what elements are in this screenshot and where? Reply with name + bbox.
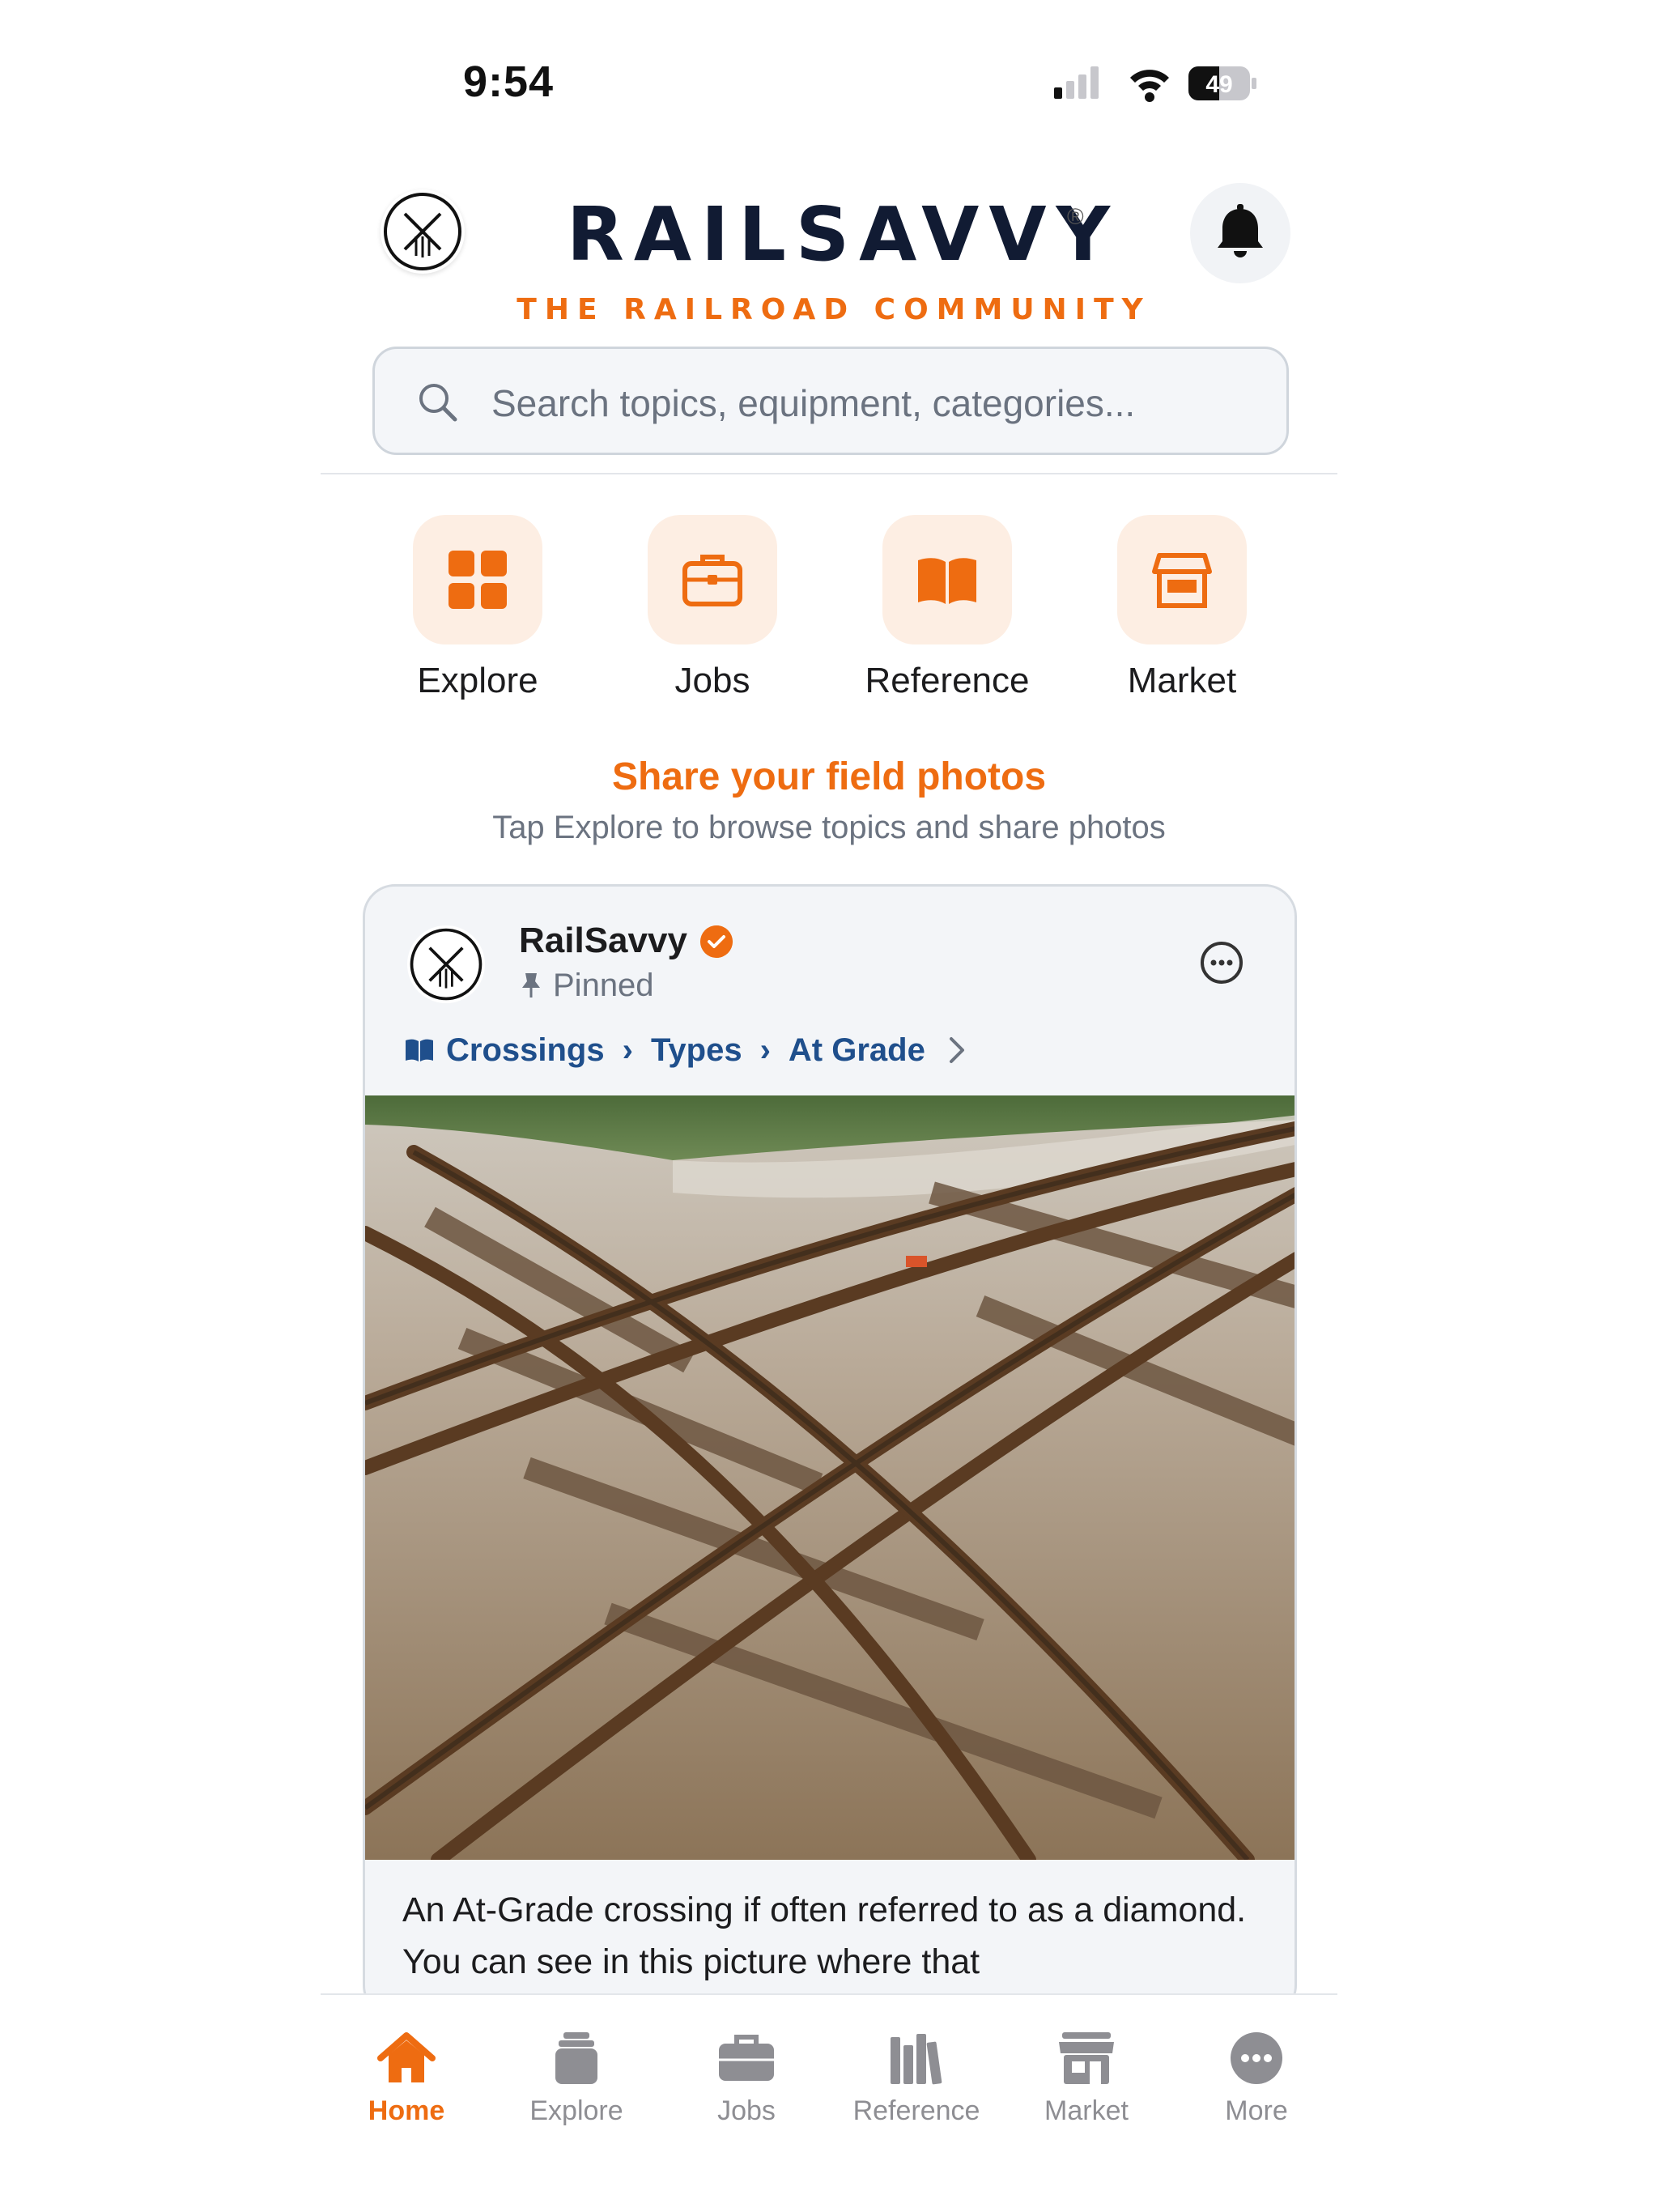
cellular-signal-icon <box>1054 66 1099 99</box>
home-icon <box>377 2032 436 2082</box>
quick-link-reference[interactable] <box>882 515 1012 644</box>
header-divider <box>321 473 1337 474</box>
bell-icon <box>1218 204 1263 257</box>
breadcrumb-crossings[interactable]: Crossings <box>446 1032 605 1068</box>
promo-title: Share your field photos <box>611 755 1047 798</box>
notifications-button[interactable] <box>1190 183 1290 283</box>
quick-link-reference-label[interactable]: Reference <box>826 661 1069 701</box>
railsavvy-logo-icon <box>410 928 483 1001</box>
battery-percent: 49 <box>1205 71 1232 98</box>
search-icon <box>419 384 457 422</box>
storefront-icon <box>1152 553 1212 608</box>
tab-home-label: Home <box>368 2095 445 2126</box>
tab-market-label: Market <box>1044 2095 1129 2126</box>
tab-jobs[interactable]: Jobs <box>661 2031 831 2127</box>
wifi-icon <box>1130 70 1169 102</box>
tab-market[interactable]: Market <box>1001 2031 1171 2127</box>
book-icon <box>918 558 976 604</box>
tab-explore[interactable]: Explore <box>491 2031 661 2127</box>
breadcrumb-separator-icon: › <box>759 1032 771 1068</box>
storefront-icon <box>1059 2032 1114 2084</box>
pinned-post-card[interactable]: RailSavvy Pinned Crossings › Types › At Grad… <box>363 884 1297 2018</box>
verified-badge-icon <box>700 925 733 958</box>
tab-bar-divider <box>321 1993 1337 1995</box>
tab-reference-label: Reference <box>852 2095 980 2126</box>
search-bar[interactable] <box>372 347 1289 455</box>
railsavvy-logo-icon <box>384 193 461 270</box>
post-author-name[interactable]: RailSavvy <box>519 921 687 961</box>
breadcrumb-at-grade[interactable]: At Grade <box>789 1032 925 1068</box>
layers-icon <box>555 2032 597 2084</box>
tab-more[interactable]: More <box>1171 2031 1341 2127</box>
search-input[interactable] <box>490 372 1254 435</box>
pinned-label: Pinned <box>553 968 654 1003</box>
tab-jobs-label: Jobs <box>717 2095 776 2126</box>
status-time: 9:54 <box>463 57 555 106</box>
promo-subtitle: Tap Explore to browse topics and share p… <box>492 810 1166 845</box>
quick-link-explore[interactable] <box>413 515 542 644</box>
status-icons: 49 <box>1054 66 1256 102</box>
tab-reference[interactable]: Reference <box>831 2031 1001 2127</box>
quick-link-jobs-label[interactable]: Jobs <box>591 661 834 701</box>
breadcrumb: Crossings › Types › At Grade <box>404 1031 969 1069</box>
book-icon <box>406 1040 433 1062</box>
tab-more-label: More <box>1225 2095 1288 2126</box>
app-logo[interactable] <box>380 189 465 274</box>
breadcrumb-types[interactable]: Types <box>651 1032 742 1068</box>
briefcase-icon <box>719 2035 774 2081</box>
post-photo[interactable] <box>365 1095 1297 1860</box>
quick-link-market[interactable] <box>1117 515 1247 644</box>
pinned-indicator: Pinned <box>519 968 654 1004</box>
quick-link-explore-label[interactable]: Explore <box>356 661 599 701</box>
briefcase-icon <box>682 555 742 606</box>
brand-tagline: THE RAILROAD COMMUNITY <box>517 293 1151 326</box>
quick-link-jobs[interactable] <box>648 515 777 644</box>
ellipsis-icon[interactable] <box>1199 940 1244 985</box>
tab-explore-label: Explore <box>529 2095 623 2126</box>
registered-mark: ® <box>1067 204 1084 229</box>
post-author-avatar[interactable] <box>407 925 485 1003</box>
battery-icon: 49 <box>1188 66 1256 100</box>
tab-home[interactable]: Home <box>321 2031 491 2127</box>
ellipsis-icon <box>1231 2032 1282 2084</box>
pin-icon <box>522 973 540 998</box>
chevron-right-icon[interactable] <box>945 1034 969 1066</box>
brand-wordmark: RAILSAVVY <box>567 191 1120 278</box>
grid-icon <box>449 551 507 609</box>
post-caption: An At-Grade crossing if often referred t… <box>402 1891 1247 1981</box>
breadcrumb-separator-icon: › <box>622 1032 633 1068</box>
quick-link-market-label[interactable]: Market <box>1061 661 1303 701</box>
books-icon <box>891 2034 942 2085</box>
